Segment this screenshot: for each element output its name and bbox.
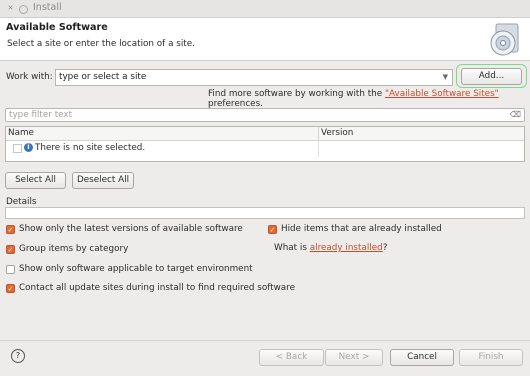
column-divider xyxy=(318,141,319,157)
find-more-text: Find more software by working with the "… xyxy=(208,89,530,109)
title-bar: ✕ Install xyxy=(0,0,530,18)
clear-filter-icon[interactable]: ⌫ xyxy=(510,110,521,119)
available-sites-link[interactable]: "Available Software Sites" xyxy=(385,89,499,99)
site-combo[interactable]: type or select a site ▼ xyxy=(55,69,453,86)
latest-versions-label: Show only the latest versions of availab… xyxy=(19,224,243,234)
footer-divider xyxy=(0,340,530,341)
install-cd-icon xyxy=(490,23,519,56)
what-installed-text: What is already installed? xyxy=(274,243,387,253)
column-header-name-label: Name xyxy=(8,128,34,138)
add-site-button[interactable]: Add... xyxy=(461,68,522,85)
deselect-all-button[interactable]: Deselect All xyxy=(72,172,134,189)
select-all-button[interactable]: Select All xyxy=(5,172,66,189)
already-installed-link[interactable]: already installed xyxy=(310,243,383,253)
finish-button[interactable]: Finish xyxy=(459,349,523,366)
column-header-version[interactable]: Version xyxy=(319,127,524,141)
option-latest-versions[interactable]: ✓ Show only the latest versions of avail… xyxy=(6,224,246,237)
hide-installed-label: Hide items that are already installed xyxy=(281,224,442,234)
target-env-checkbox[interactable] xyxy=(6,265,15,274)
group-by-category-checkbox[interactable]: ✓ xyxy=(6,245,15,254)
option-contact-sites[interactable]: ✓ Contact all update sites during instal… xyxy=(6,283,306,296)
column-header-version-label: Version xyxy=(321,128,354,138)
work-with-label: Work with: xyxy=(6,72,53,82)
column-header-name[interactable]: Name xyxy=(6,127,319,141)
filter-placeholder: type filter text xyxy=(9,110,73,120)
what-installed-prefix: What is xyxy=(274,243,310,253)
wizard-header: Available Software Select a site or ente… xyxy=(0,18,530,61)
latest-versions-checkbox[interactable]: ✓ xyxy=(6,225,15,234)
details-label: Details xyxy=(6,197,37,207)
find-more-prefix: Find more software by working with the xyxy=(208,89,385,99)
maximize-window-icon[interactable] xyxy=(19,5,28,14)
info-icon: i xyxy=(24,143,33,152)
page-title: Available Software xyxy=(6,22,108,33)
group-by-category-label: Group items by category xyxy=(19,244,129,254)
contact-sites-label: Contact all update sites during install … xyxy=(19,283,296,293)
target-env-label: Show only software applicable to target … xyxy=(19,264,253,274)
close-window-icon[interactable]: ✕ xyxy=(6,4,15,13)
chevron-down-icon[interactable]: ▼ xyxy=(443,73,448,81)
back-button[interactable]: < Back xyxy=(259,349,324,366)
option-group-by-category[interactable]: ✓ Group items by category xyxy=(6,244,246,257)
site-combo-value[interactable]: type or select a site xyxy=(59,72,146,82)
help-icon[interactable]: ? xyxy=(11,349,25,363)
empty-table-message: There is no site selected. xyxy=(35,143,146,153)
option-target-env[interactable]: Show only software applicable to target … xyxy=(6,264,253,277)
option-hide-installed[interactable]: ✓ Hide items that are already installed xyxy=(268,224,468,237)
page-subtitle: Select a site or enter the location of a… xyxy=(7,39,195,49)
what-installed-suffix: ? xyxy=(382,243,388,253)
hide-installed-checkbox[interactable]: ✓ xyxy=(268,225,277,234)
cancel-button[interactable]: Cancel xyxy=(390,349,454,366)
filter-input[interactable]: type filter text ⌫ xyxy=(5,108,525,122)
window-title: Install xyxy=(33,2,62,13)
contact-sites-checkbox[interactable]: ✓ xyxy=(6,284,15,293)
software-table[interactable]: Name Version i There is no site selected… xyxy=(5,126,525,162)
row-checkbox[interactable] xyxy=(13,144,22,153)
next-button[interactable]: Next > xyxy=(325,349,383,366)
details-area xyxy=(5,207,525,219)
